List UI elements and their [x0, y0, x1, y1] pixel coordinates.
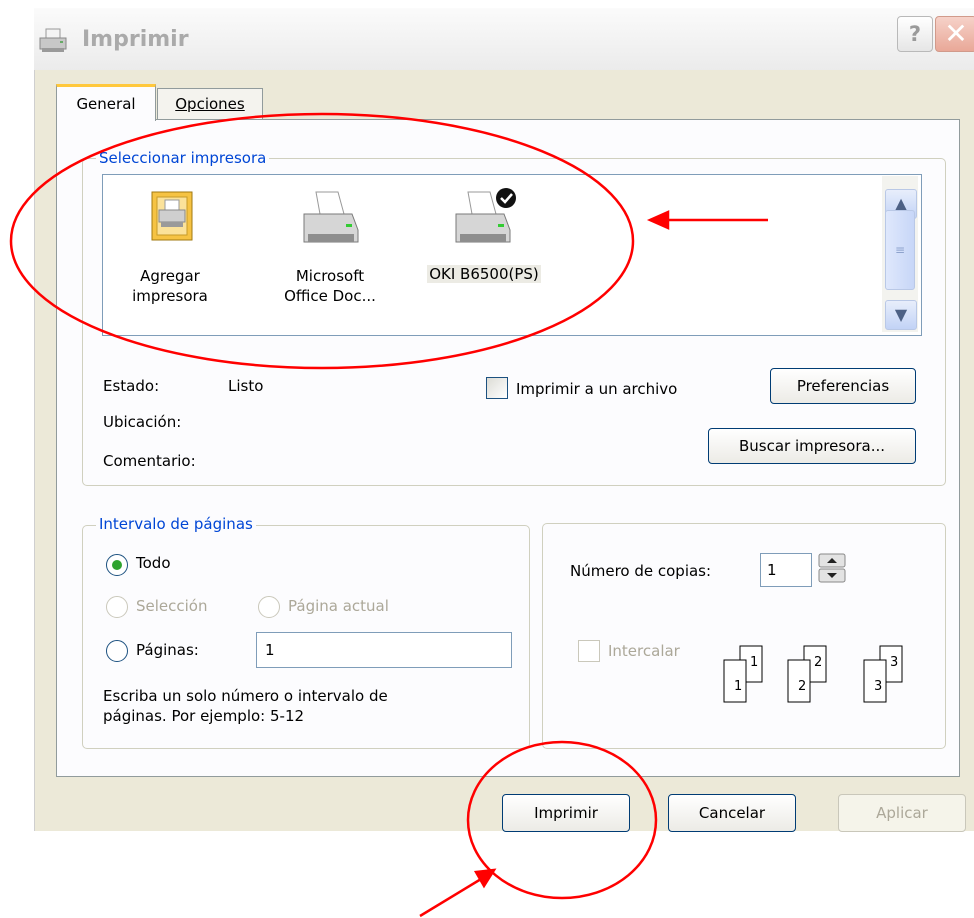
- printer-label-line1: Microsoft: [295, 267, 365, 285]
- location-label: Ubicación:: [103, 413, 182, 431]
- collate-illustration: 1 1 2 2 3 3: [722, 644, 922, 706]
- printer-item-microsoft[interactable]: Microsoft Office Doc...: [262, 266, 398, 306]
- printer-icon: [38, 28, 68, 54]
- close-button[interactable]: ✕: [935, 16, 974, 52]
- print-button-arrowhead: [473, 868, 497, 889]
- printer-icon-oki[interactable]: [452, 186, 518, 248]
- page-range-group-title: Intervalo de páginas: [96, 515, 256, 533]
- print-button-arrow: [419, 874, 487, 918]
- window-title: Imprimir: [82, 27, 189, 52]
- collate-checkbox: [578, 640, 600, 662]
- printer-item-add[interactable]: Agregar impresora: [120, 266, 220, 306]
- printer-item-oki[interactable]: OKI B6500(PS): [406, 264, 562, 284]
- radio-pages-label[interactable]: Páginas:: [136, 641, 199, 659]
- print-to-file-label[interactable]: Imprimir a un archivo: [516, 380, 677, 398]
- printer-label-line1: Agregar: [140, 267, 200, 285]
- radio-current-page: [258, 596, 280, 618]
- find-printer-button[interactable]: Buscar impresora...: [708, 428, 916, 464]
- copies-label: Número de copias:: [570, 562, 712, 580]
- preferences-button[interactable]: Preferencias: [770, 368, 916, 404]
- tab-general[interactable]: General: [56, 84, 156, 121]
- pages-input[interactable]: 1: [256, 632, 512, 668]
- scroll-thumb[interactable]: ≡: [885, 210, 915, 290]
- collate-sheet-label: 1: [734, 679, 742, 694]
- printer-label-line2: impresora: [132, 287, 208, 305]
- radio-all[interactable]: [106, 554, 128, 576]
- collate-sheet-label: 3: [890, 655, 898, 670]
- print-button[interactable]: Imprimir: [502, 794, 630, 832]
- tab-opciones-label: Opciones: [175, 95, 245, 113]
- status-value: Listo: [228, 377, 264, 395]
- radio-selection: [106, 596, 128, 618]
- page-range-hint-line2: páginas. Por ejemplo: 5-12: [103, 707, 305, 725]
- collate-sheet-label: 2: [814, 655, 822, 670]
- copies-input[interactable]: 1: [760, 553, 812, 587]
- printer-group-title: Seleccionar impresora: [96, 149, 270, 167]
- radio-selected-dot: [112, 560, 122, 570]
- page-range-hint-line1: Escriba un solo número o intervalo de: [103, 687, 388, 705]
- copies-spinner[interactable]: [818, 553, 846, 583]
- radio-current-page-label: Página actual: [288, 597, 389, 615]
- comment-label: Comentario:: [103, 452, 196, 470]
- copies-group: [542, 523, 946, 749]
- radio-pages[interactable]: [106, 640, 128, 662]
- printer-label-line2: Office Doc...: [284, 287, 376, 305]
- tab-opciones[interactable]: Opciones: [157, 88, 263, 119]
- printer-label-selected: OKI B6500(PS): [427, 265, 541, 283]
- apply-button: Aplicar: [838, 794, 966, 832]
- scroll-down-icon[interactable]: ▼: [885, 300, 917, 330]
- cancel-button[interactable]: Cancelar: [668, 794, 796, 832]
- collate-label: Intercalar: [608, 642, 680, 660]
- collate-sheet-label: 3: [874, 679, 882, 694]
- help-button[interactable]: ?: [897, 16, 933, 52]
- radio-all-label[interactable]: Todo: [136, 554, 171, 572]
- radio-selection-label: Selección: [136, 597, 208, 615]
- page-range-hint: Escriba un solo número o intervalo de pá…: [103, 686, 388, 726]
- collate-sheet-label: 1: [750, 655, 758, 670]
- status-label: Estado:: [103, 377, 160, 395]
- add-printer-icon[interactable]: [150, 190, 196, 242]
- collate-sheet-label: 2: [798, 679, 806, 694]
- print-to-file-checkbox[interactable]: [486, 377, 508, 399]
- printer-icon-microsoft[interactable]: [300, 190, 362, 248]
